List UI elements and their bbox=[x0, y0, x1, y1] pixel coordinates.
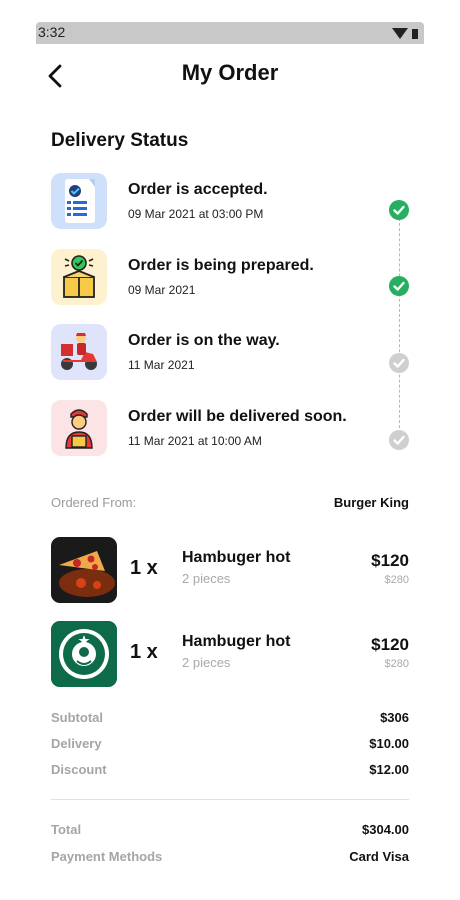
item-price: $120 bbox=[371, 635, 409, 654]
summary-divider bbox=[51, 799, 409, 800]
item-name: Hambuger hot bbox=[182, 633, 291, 650]
delivery-step-prepared: Order is being prepared. 09 Mar 2021 bbox=[51, 249, 411, 305]
item-price: $120 bbox=[371, 551, 409, 570]
subtotal-label: Subtotal bbox=[51, 710, 103, 725]
delivery-step-accepted: Order is accepted. 09 Mar 2021 at 03:00 … bbox=[51, 173, 411, 229]
item-old-price: $280 bbox=[384, 658, 409, 670]
item-name: Hambuger hot bbox=[182, 549, 291, 566]
order-item[interactable]: 1 x Hambuger hot 2 pieces $120 $280 bbox=[51, 621, 409, 687]
step-title: Order will be delivered soon. bbox=[128, 408, 347, 425]
restaurant-name[interactable]: Burger King bbox=[334, 495, 409, 510]
delivery-step-on-the-way: Order is on the way. 11 Mar 2021 bbox=[51, 324, 411, 380]
step-date: 09 Mar 2021 at 03:00 PM bbox=[128, 207, 264, 221]
header: My Order bbox=[0, 60, 460, 92]
order-prepared-icon bbox=[51, 249, 107, 305]
total-label: Total bbox=[51, 822, 82, 837]
scooter-delivery-icon bbox=[51, 324, 107, 380]
total-value: $304.00 bbox=[362, 822, 409, 837]
discount-label: Discount bbox=[51, 762, 107, 777]
delivery-step-delivered: Order will be delivered soon. 11 Mar 202… bbox=[51, 400, 411, 456]
step-date: 11 Mar 2021 at 10:00 AM bbox=[128, 434, 262, 448]
status-bar: 3:32 bbox=[36, 22, 424, 44]
item-pieces: 2 pieces bbox=[182, 655, 231, 670]
page-title: My Order bbox=[181, 60, 279, 85]
step-date: 11 Mar 2021 bbox=[128, 358, 195, 372]
item-quantity: 1 x bbox=[130, 557, 158, 579]
discount-value: $12.00 bbox=[369, 762, 409, 777]
delivery-fee-value: $10.00 bbox=[369, 736, 409, 751]
step-title: Order is being prepared. bbox=[128, 257, 314, 274]
step-title: Order is accepted. bbox=[128, 181, 268, 198]
status-time: 3:32 bbox=[38, 24, 66, 40]
item-old-price: $280 bbox=[384, 574, 409, 586]
check-done-icon bbox=[389, 276, 409, 296]
subtotal-value: $306 bbox=[380, 710, 409, 725]
payment-method-value[interactable]: Card Visa bbox=[349, 849, 409, 864]
pizza-thumbnail-icon bbox=[51, 537, 117, 603]
step-date: 09 Mar 2021 bbox=[128, 283, 196, 297]
item-pieces: 2 pieces bbox=[182, 571, 231, 586]
check-pending-icon bbox=[389, 430, 409, 450]
payment-method-label: Payment Methods bbox=[51, 849, 163, 864]
delivery-person-icon bbox=[51, 400, 107, 456]
delivery-status-title: Delivery Status bbox=[51, 130, 189, 151]
item-quantity: 1 x bbox=[130, 641, 158, 663]
ordered-from-label: Ordered From: bbox=[51, 495, 137, 510]
order-accepted-icon bbox=[51, 173, 107, 229]
check-done-icon bbox=[389, 200, 409, 220]
starbucks-logo-icon bbox=[51, 621, 117, 687]
wifi-battery-icon bbox=[392, 28, 418, 39]
check-pending-icon bbox=[389, 353, 409, 373]
order-item[interactable]: 1 x Hambuger hot 2 pieces $120 $280 bbox=[51, 537, 409, 603]
step-title: Order is on the way. bbox=[128, 332, 280, 349]
delivery-fee-label: Delivery bbox=[51, 736, 102, 751]
